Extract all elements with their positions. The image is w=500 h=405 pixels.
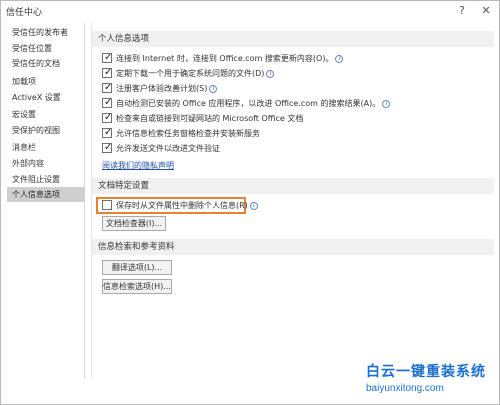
checkbox[interactable]: ✓ [102, 82, 113, 93]
check-icon: ✓ [104, 82, 113, 93]
sidebar-item-protected-view[interactable]: 受保护的视图 [7, 123, 85, 138]
option-label: 允许发送文件以改进文件验证 [116, 144, 220, 153]
document-inspector-button[interactable]: 文档检查器(I)... [102, 216, 166, 231]
option-label: 允许信息检索任务窗格检查并安装新服务 [116, 129, 260, 138]
option-label: 保存时从文件属性中删除个人信息(R) [116, 201, 248, 210]
help-icon[interactable]: ? [453, 3, 471, 19]
info-icon: i [209, 84, 218, 93]
check-icon: ✓ [104, 97, 113, 108]
sidebar-item-external-content[interactable]: 外部内容 [7, 156, 85, 171]
checkbox[interactable]: ✓ [102, 97, 113, 108]
option-label: 注册客户体验改善计划(S) [116, 84, 208, 93]
sidebar-item-trusted-documents[interactable]: 受信任的文档 [7, 56, 85, 71]
sidebar-item-message-bar[interactable]: 消息栏 [7, 140, 85, 155]
option-label: 检查来自或链接到可疑网站的 Microsoft Office 文档 [116, 114, 304, 123]
watermark-url: baiyunxitong.com [366, 383, 444, 394]
privacy-statement-link[interactable]: 阅读我们的隐私声明 [102, 160, 174, 171]
section-header-personal: 个人信息选项 [92, 31, 494, 47]
watermark-logo: 白云一键重装系统 [366, 364, 486, 380]
sidebar-item-add-ins[interactable]: 加载项 [7, 74, 85, 89]
sidebar-item-trusted-locations[interactable]: 受信任位置 [7, 41, 85, 56]
checkbox[interactable]: ✓ [102, 67, 113, 78]
check-icon: ✓ [104, 52, 113, 63]
checkbox[interactable] [102, 200, 112, 210]
translation-options-button[interactable]: 翻译选项(L)... [102, 260, 172, 275]
checkbox[interactable]: ✓ [102, 142, 113, 153]
section-header-research: 信息检索和参考资料 [92, 239, 494, 255]
sidebar-item-trusted-publishers[interactable]: 受信任的发布者 [7, 25, 85, 40]
sidebar-item-macro[interactable]: 宏设置 [7, 107, 85, 122]
info-icon: i [335, 54, 344, 63]
check-icon: ✓ [104, 67, 113, 78]
trust-center-window: 信任中心 ? ✕ 受信任的发布者 受信任位置 受信任的文档 加载项 Active… [0, 0, 500, 405]
option-label: 连接到 Internet 时，连接到 Office.com 搜索更新内容(O)。 [116, 54, 334, 63]
check-icon: ✓ [104, 112, 113, 123]
option-label: 定期下载一个用于确定系统问题的文件(D) [116, 69, 265, 78]
window-title: 信任中心 [6, 8, 43, 18]
research-options-button[interactable]: 信息检索选项(H)... [102, 279, 172, 294]
close-icon[interactable]: ✕ [477, 3, 495, 19]
info-icon: i [249, 201, 258, 210]
checkbox[interactable]: ✓ [102, 112, 113, 123]
info-icon: i [266, 69, 275, 78]
checkbox[interactable]: ✓ [102, 52, 113, 63]
info-icon: i [382, 99, 391, 108]
title-bar: 信任中心 ? ✕ [1, 1, 499, 21]
option-label: 自动检测已安装的 Office 应用程序，以改进 Office.com 的搜索结… [116, 99, 381, 108]
sidebar-item-activex[interactable]: ActiveX 设置 [7, 90, 85, 105]
sidebar-item-file-block[interactable]: 文件阻止设置 [7, 172, 85, 187]
watermark: 白云一键重装系统 baiyunxitong.com [336, 361, 496, 401]
check-icon: ✓ [104, 127, 113, 138]
checkbox[interactable]: ✓ [102, 127, 113, 138]
section-header-document: 文档特定设置 [92, 178, 494, 194]
main-panel: 个人信息选项 ✓ 连接到 Internet 时，连接到 Office.com 搜… [91, 23, 494, 378]
sidebar-nav: 受信任的发布者 受信任位置 受信任的文档 加载项 ActiveX 设置 宏设置 … [7, 23, 85, 378]
check-icon: ✓ [104, 142, 113, 153]
sidebar-item-privacy-options[interactable]: 个人信息选项 [7, 187, 85, 202]
